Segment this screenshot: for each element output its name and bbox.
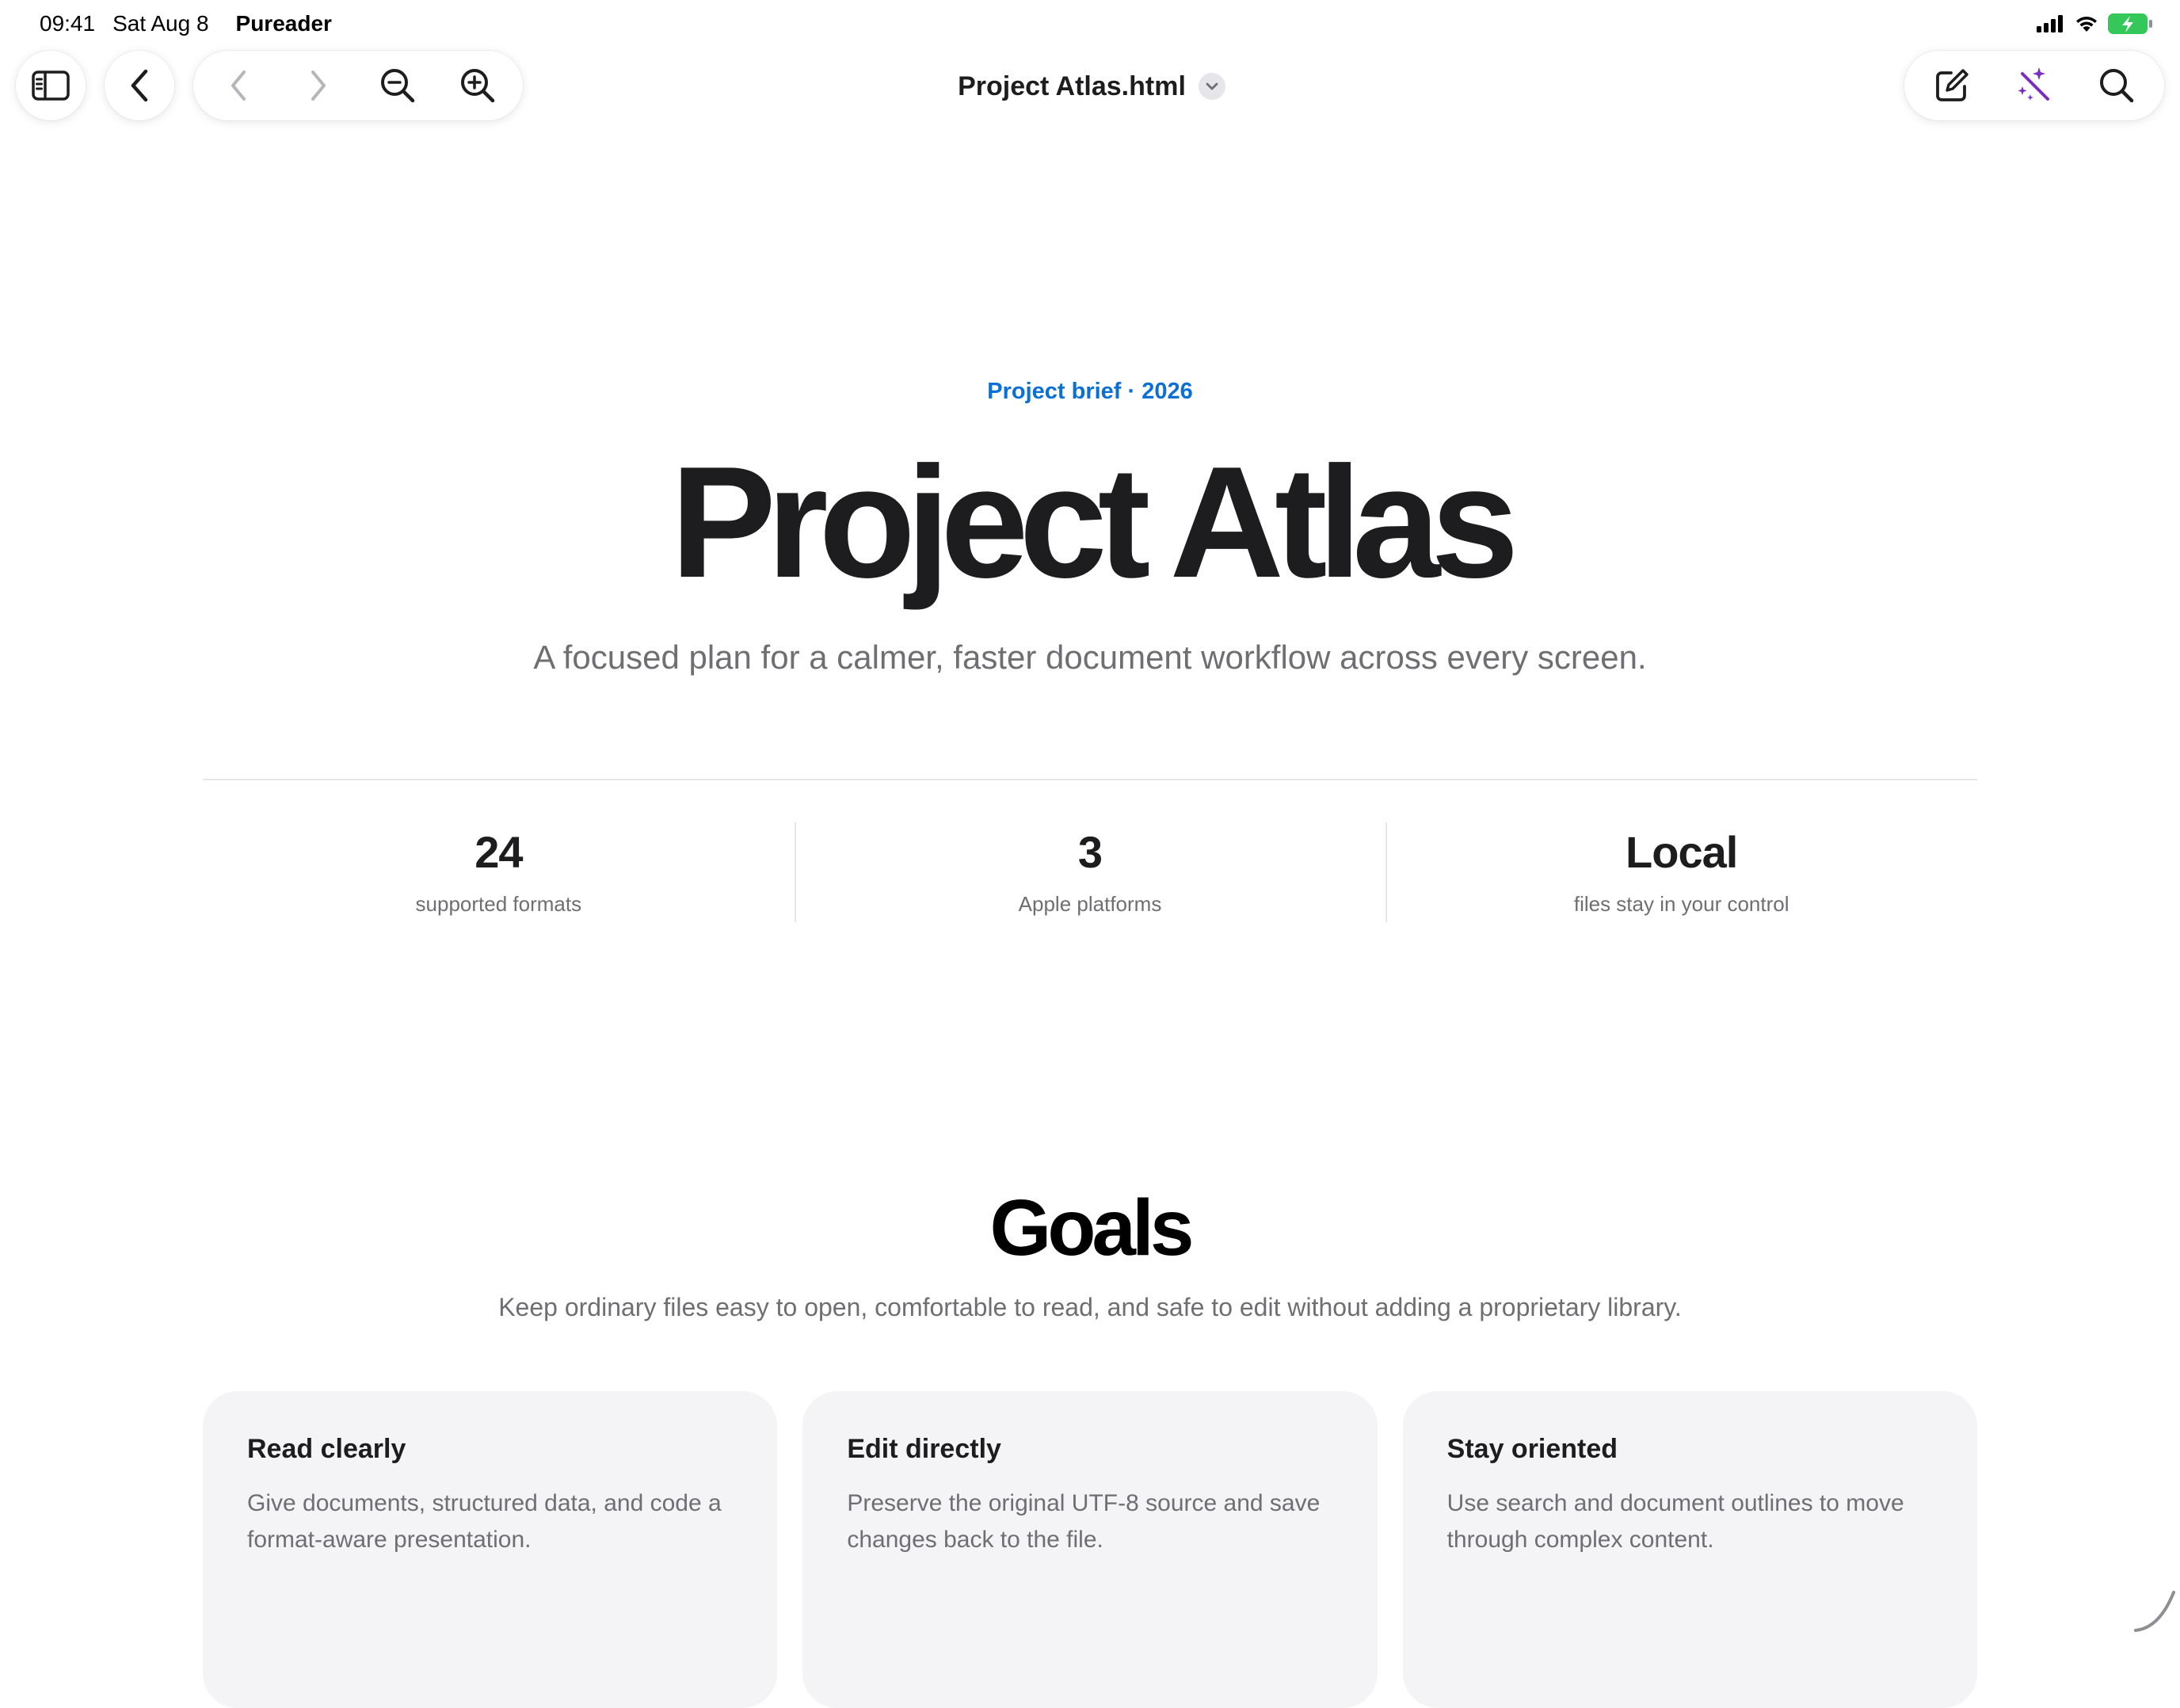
card-title: Read clearly <box>247 1434 406 1464</box>
status-date: Sat Aug 8 <box>112 11 209 36</box>
sidebar-icon <box>32 71 70 101</box>
next-button[interactable] <box>284 51 353 120</box>
status-app-name: Pureader <box>235 11 332 36</box>
zoom-in-icon <box>461 69 495 103</box>
stats-row: 24 supported formats 3 Apple platforms L… <box>203 821 1977 924</box>
title-menu-button[interactable] <box>1198 73 1225 100</box>
zoom-out-button[interactable] <box>363 51 433 120</box>
battery-charging-icon <box>2108 13 2152 34</box>
sidebar-toggle[interactable] <box>16 51 86 120</box>
previous-button[interactable] <box>204 51 273 120</box>
goal-card-read-clearly: Read clearly Give documents, structured … <box>203 1391 778 1708</box>
stat-local: Local files stay in your control <box>1385 821 1977 924</box>
card-description: Give documents, structured data, and cod… <box>247 1490 722 1553</box>
card-title: Edit directly <box>847 1434 1001 1464</box>
previous-icon <box>231 71 246 101</box>
document-eyebrow: Project brief · 2026 <box>987 379 1193 404</box>
back-icon <box>131 69 148 102</box>
document-title-menu[interactable]: Project Atlas.html <box>957 67 1226 106</box>
card-description: Preserve the original UTF-8 source and s… <box>847 1490 1321 1553</box>
zoom-out-icon <box>381 69 415 103</box>
goal-cards: Read clearly Give documents, structured … <box>203 1391 1977 1708</box>
search-button[interactable] <box>2082 51 2151 120</box>
back-button[interactable] <box>105 51 174 120</box>
magic-button[interactable] <box>1999 51 2069 120</box>
stat-label: files stay in your control <box>1573 892 1789 916</box>
next-icon <box>311 71 326 101</box>
goals-heading: Goals <box>989 1184 1195 1272</box>
status-left: 09:41 Sat Aug 8 Pureader <box>40 11 332 36</box>
document-title: Project Atlas.html <box>958 71 1186 101</box>
chevron-down-icon <box>1206 82 1218 90</box>
stat-formats: 24 supported formats <box>203 821 795 924</box>
goal-card-edit-directly: Edit directly Preserve the original UTF-… <box>802 1391 1378 1708</box>
wifi-icon <box>2076 17 2097 32</box>
stat-value: 24 <box>474 827 523 877</box>
goal-card-stay-oriented: Stay oriented Use search and document ou… <box>1402 1391 1977 1708</box>
document-hero-subtitle: A focused plan for a calmer, faster docu… <box>533 639 1647 676</box>
status-bar: 09:41 Sat Aug 8 Pureader <box>0 0 2180 51</box>
card-title: Stay oriented <box>1446 1434 1618 1464</box>
stat-platforms: 3 Apple platforms <box>794 821 1386 924</box>
status-right <box>2036 13 2153 35</box>
stat-label: Apple platforms <box>1018 892 1162 916</box>
stat-label: supported formats <box>415 892 582 916</box>
card-description: Use search and document outlines to move… <box>1446 1490 1904 1553</box>
stat-value: Local <box>1625 827 1738 877</box>
back-button-target[interactable] <box>105 51 174 120</box>
compose-icon <box>1936 69 1968 101</box>
section-divider <box>203 779 1977 780</box>
sidebar-button[interactable] <box>16 51 86 120</box>
document-hero-title: Project Atlas <box>670 434 1519 611</box>
magic-wand-icon <box>2018 67 2049 101</box>
search-icon <box>2100 69 2134 103</box>
compose-button[interactable] <box>1917 51 1987 120</box>
status-time: 09:41 <box>40 11 96 36</box>
zoom-in-button[interactable] <box>443 51 513 120</box>
scroll-indicator[interactable] <box>2132 1584 2180 1635</box>
cellular-signal-icon <box>2037 15 2063 32</box>
goals-subtitle: Keep ordinary files easy to open, comfor… <box>498 1293 1682 1321</box>
actions-group <box>1904 51 2164 120</box>
navigation-group <box>193 51 523 120</box>
stat-value: 3 <box>1077 827 1103 877</box>
